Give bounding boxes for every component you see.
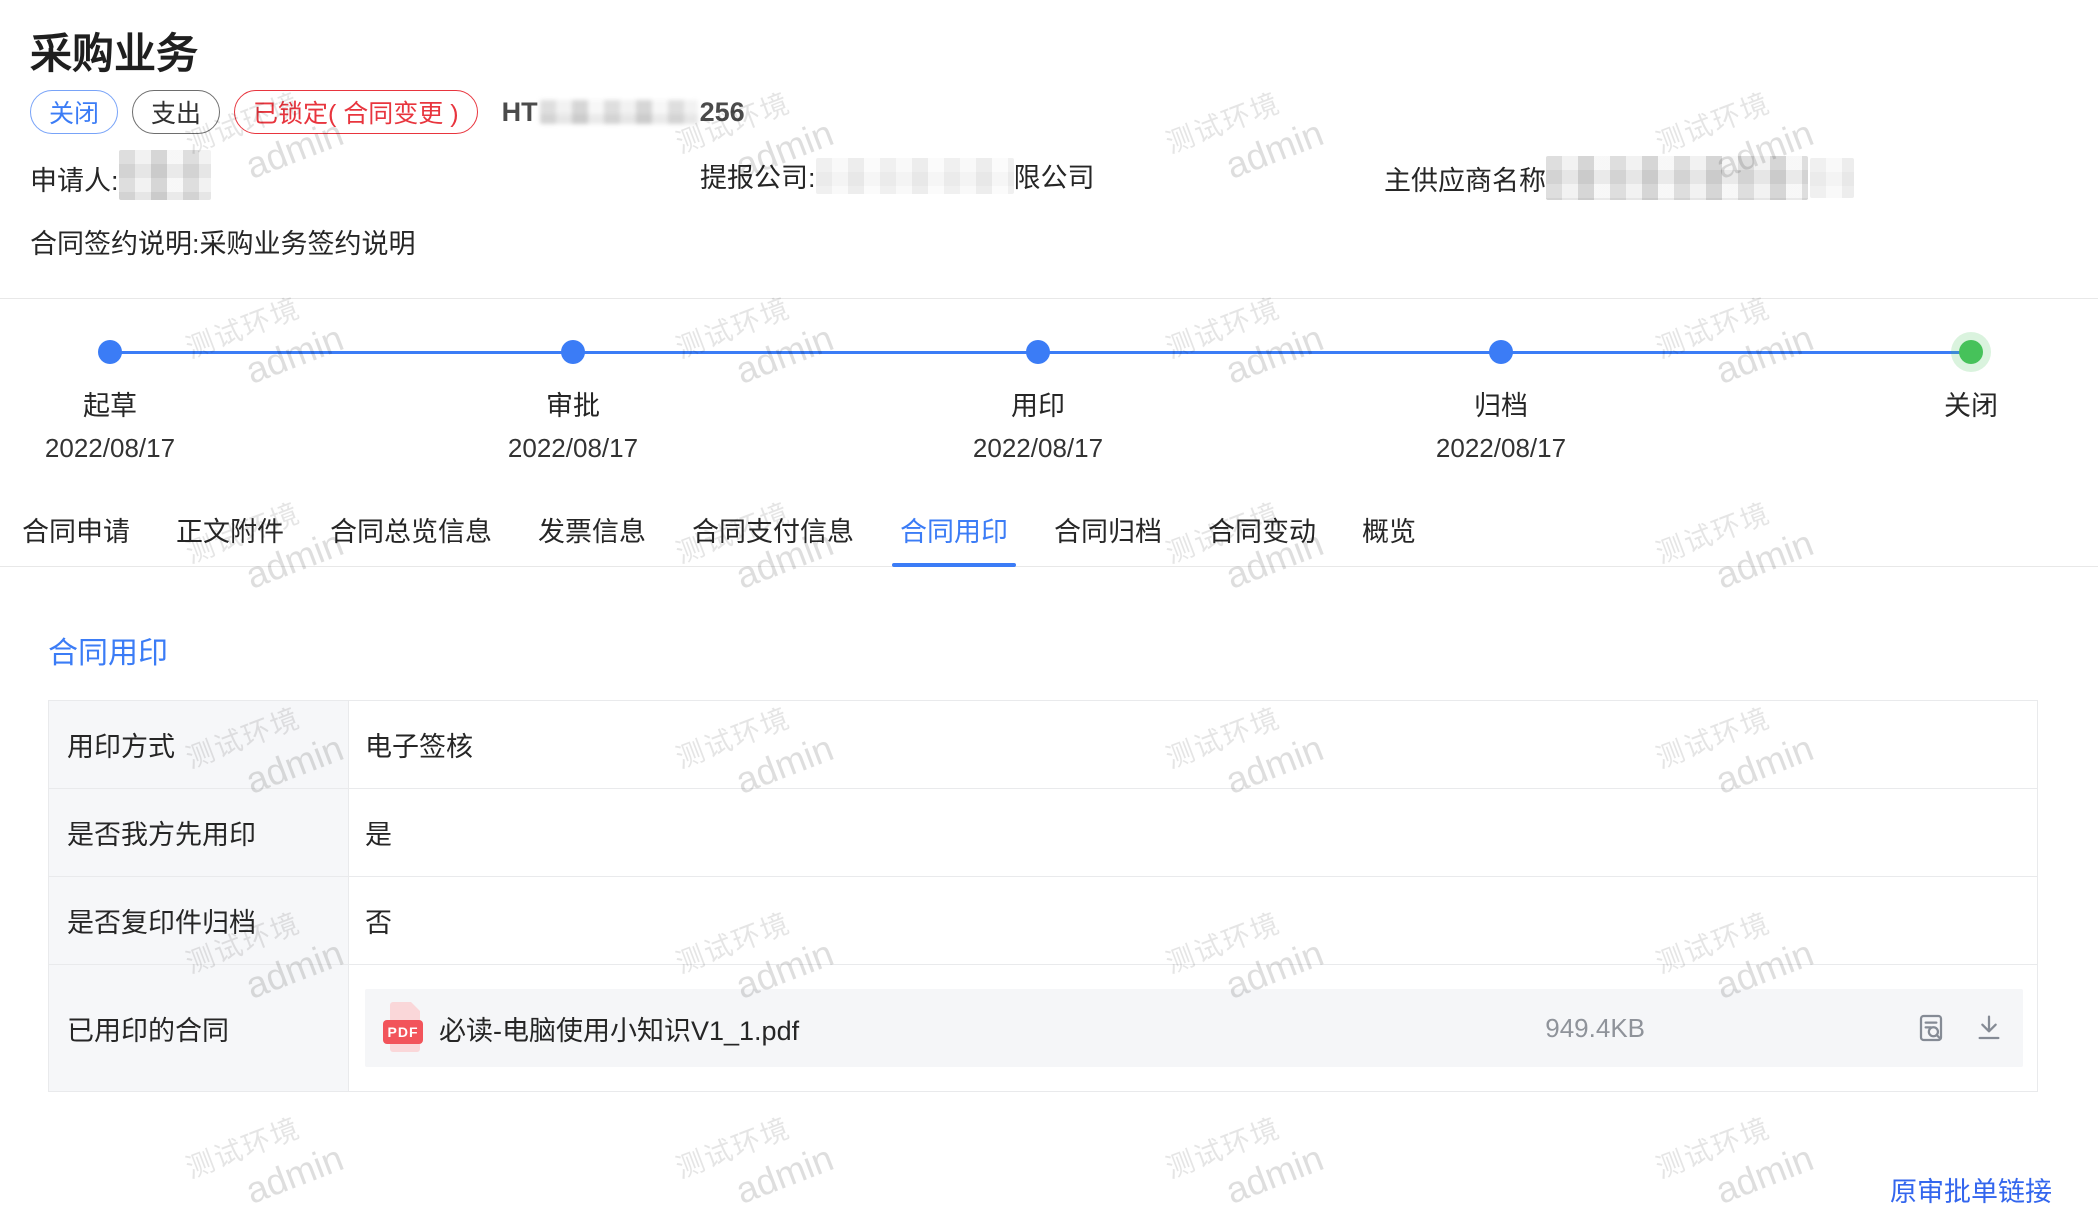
watermark-cn: 测试环境 bbox=[1160, 71, 1313, 162]
tab-contract-archive[interactable]: 合同归档 bbox=[1054, 510, 1162, 566]
company-field: 提报公司: 限公司 bbox=[700, 156, 1095, 195]
contract-note-value: 采购业务签约说明 bbox=[200, 229, 416, 259]
table-row: 是否我方先用印是 bbox=[49, 789, 2037, 877]
progress-timeline: 起草 2022/08/17 审批 2022/08/17 用印 2022/08/17 归档 20… bbox=[0, 330, 2098, 465]
status-tags-row: 关闭 支出 已锁定( 合同变更 ) HT 256 bbox=[30, 88, 745, 136]
timeline-dot-archive bbox=[1489, 340, 1513, 364]
attachment-file-name[interactable]: 必读-电脑使用小知识V1_1.pdf bbox=[439, 1009, 799, 1048]
attachment-actions bbox=[1915, 1012, 2005, 1044]
timeline-step-date: 2022/08/17 bbox=[0, 433, 220, 464]
watermark-en: admin bbox=[240, 1137, 349, 1212]
section-title-seal: 合同用印 bbox=[48, 628, 168, 672]
timeline-step-draft: 起草 2022/08/17 bbox=[0, 330, 220, 464]
timeline-step-label: 归档 bbox=[1391, 384, 1611, 423]
attachment-item[interactable]: PDF 必读-电脑使用小知识V1_1.pdf 949.4KB bbox=[365, 989, 2023, 1067]
tab-body-attachment[interactable]: 正文附件 bbox=[176, 510, 284, 566]
seal-detail-table: 用印方式电子签核是否我方先用印是是否复印件归档否 已用印的合同 PDF 必读-电… bbox=[48, 700, 2038, 1092]
attachment-file-size: 949.4KB bbox=[1545, 1013, 1645, 1044]
row-value: PDF 必读-电脑使用小知识V1_1.pdf 949.4KB bbox=[349, 965, 2037, 1091]
row-label: 是否我方先用印 bbox=[49, 789, 349, 876]
file-preview-icon[interactable] bbox=[1915, 1012, 1947, 1044]
timeline-step-label: 起草 bbox=[0, 384, 220, 423]
timeline-dot-close bbox=[1959, 340, 1983, 364]
timeline-step-archive: 归档 2022/08/17 bbox=[1391, 330, 1611, 464]
supplier-value-redacted-tail bbox=[1810, 158, 1854, 198]
tab-contract-change[interactable]: 合同变动 bbox=[1208, 510, 1316, 566]
watermark-cn: 测试环境 bbox=[670, 1096, 823, 1187]
timeline-step-date: 2022/08/17 bbox=[1391, 433, 1611, 464]
applicant-value-redacted bbox=[119, 150, 211, 200]
watermark-cn: 测试环境 bbox=[1160, 1096, 1313, 1187]
supplier-value-redacted bbox=[1546, 156, 1808, 200]
contract-note-label: 合同签约说明: bbox=[30, 229, 200, 259]
tab-contract-apply[interactable]: 合同申请 bbox=[22, 510, 130, 566]
original-approval-link[interactable]: 原审批单链接 bbox=[1890, 1170, 2052, 1209]
watermark-cn: 测试环境 bbox=[1650, 71, 1803, 162]
watermark-en: admin bbox=[730, 1137, 839, 1212]
table-row: 是否复印件归档否 bbox=[49, 877, 2037, 965]
watermark-text: 测试环境admin bbox=[1160, 71, 1330, 205]
page-title: 采购业务 bbox=[30, 20, 198, 81]
timeline-step-label: 用印 bbox=[928, 384, 1148, 423]
timeline-step-seal: 用印 2022/08/17 bbox=[928, 330, 1148, 464]
watermark-text: 测试环境admin bbox=[670, 1096, 840, 1230]
applicant-field: 申请人: bbox=[30, 156, 211, 200]
company-label: 提报公司: bbox=[700, 156, 816, 195]
contract-number-prefix: HT bbox=[502, 97, 538, 128]
table-row-sealed-contract: 已用印的合同 PDF 必读-电脑使用小知识V1_1.pdf 949.4KB bbox=[49, 965, 2037, 1091]
row-value: 否 bbox=[349, 877, 2037, 964]
company-value-redacted bbox=[816, 158, 1014, 194]
tab-contract-seal[interactable]: 合同用印 bbox=[900, 510, 1008, 566]
status-badge-expense: 支出 bbox=[132, 90, 220, 134]
timeline-dot-approve bbox=[561, 340, 585, 364]
pdf-file-icon: PDF bbox=[383, 1002, 425, 1054]
row-value: 是 bbox=[349, 789, 2037, 876]
watermark-en: admin bbox=[1220, 1137, 1329, 1212]
timeline-step-date: 2022/08/17 bbox=[928, 433, 1148, 464]
download-icon[interactable] bbox=[1973, 1012, 2005, 1044]
watermark-text: 测试环境admin bbox=[180, 1096, 350, 1230]
timeline-dot-seal bbox=[1026, 340, 1050, 364]
watermark-cn: 测试环境 bbox=[1650, 1096, 1803, 1187]
watermark-text: 测试环境admin bbox=[1160, 1096, 1330, 1230]
status-badge-closed: 关闭 bbox=[30, 90, 118, 134]
tab-invoice-info[interactable]: 发票信息 bbox=[538, 510, 646, 566]
status-badge-locked: 已锁定( 合同变更 ) bbox=[234, 90, 478, 134]
timeline-step-label: 审批 bbox=[463, 384, 683, 423]
timeline-step-approve: 审批 2022/08/17 bbox=[463, 330, 683, 464]
tab-bar: 合同申请正文附件合同总览信息发票信息合同支付信息合同用印合同归档合同变动概览 bbox=[0, 503, 2098, 567]
contract-note: 合同签约说明:采购业务签约说明 bbox=[30, 222, 416, 261]
tab-payment-info[interactable]: 合同支付信息 bbox=[692, 510, 854, 566]
row-label: 用印方式 bbox=[49, 701, 349, 788]
timeline-dot-draft bbox=[98, 340, 122, 364]
pdf-badge: PDF bbox=[383, 1020, 423, 1044]
tab-summary[interactable]: 概览 bbox=[1362, 510, 1416, 566]
watermark-cn: 测试环境 bbox=[180, 1096, 333, 1187]
timeline-step-label: 关闭 bbox=[1861, 384, 2081, 423]
row-label: 已用印的合同 bbox=[49, 965, 349, 1091]
timeline-step-date: 2022/08/17 bbox=[463, 433, 683, 464]
contract-number: HT 256 bbox=[502, 97, 745, 128]
procurement-detail-page: 采购业务 关闭 支出 已锁定( 合同变更 ) HT 256 申请人: 提报公司:… bbox=[0, 0, 2098, 1230]
supplier-field: 主供应商名称 bbox=[1384, 156, 1854, 200]
contract-number-suffix: 256 bbox=[700, 97, 745, 128]
tab-contract-overview[interactable]: 合同总览信息 bbox=[330, 510, 492, 566]
watermark-en: admin bbox=[1710, 1137, 1819, 1212]
row-label: 是否复印件归档 bbox=[49, 877, 349, 964]
applicant-label: 申请人: bbox=[30, 159, 119, 198]
table-row: 用印方式电子签核 bbox=[49, 701, 2037, 789]
supplier-label: 主供应商名称 bbox=[1384, 159, 1546, 198]
row-value: 电子签核 bbox=[349, 701, 2037, 788]
contract-number-redacted bbox=[540, 100, 698, 124]
company-value-suffix: 限公司 bbox=[1014, 156, 1095, 195]
timeline-step-close: 关闭 bbox=[1861, 330, 2081, 423]
watermark-text: 测试环境admin bbox=[1650, 1096, 1820, 1230]
header-divider bbox=[0, 298, 2098, 299]
watermark-en: admin bbox=[1220, 112, 1329, 187]
